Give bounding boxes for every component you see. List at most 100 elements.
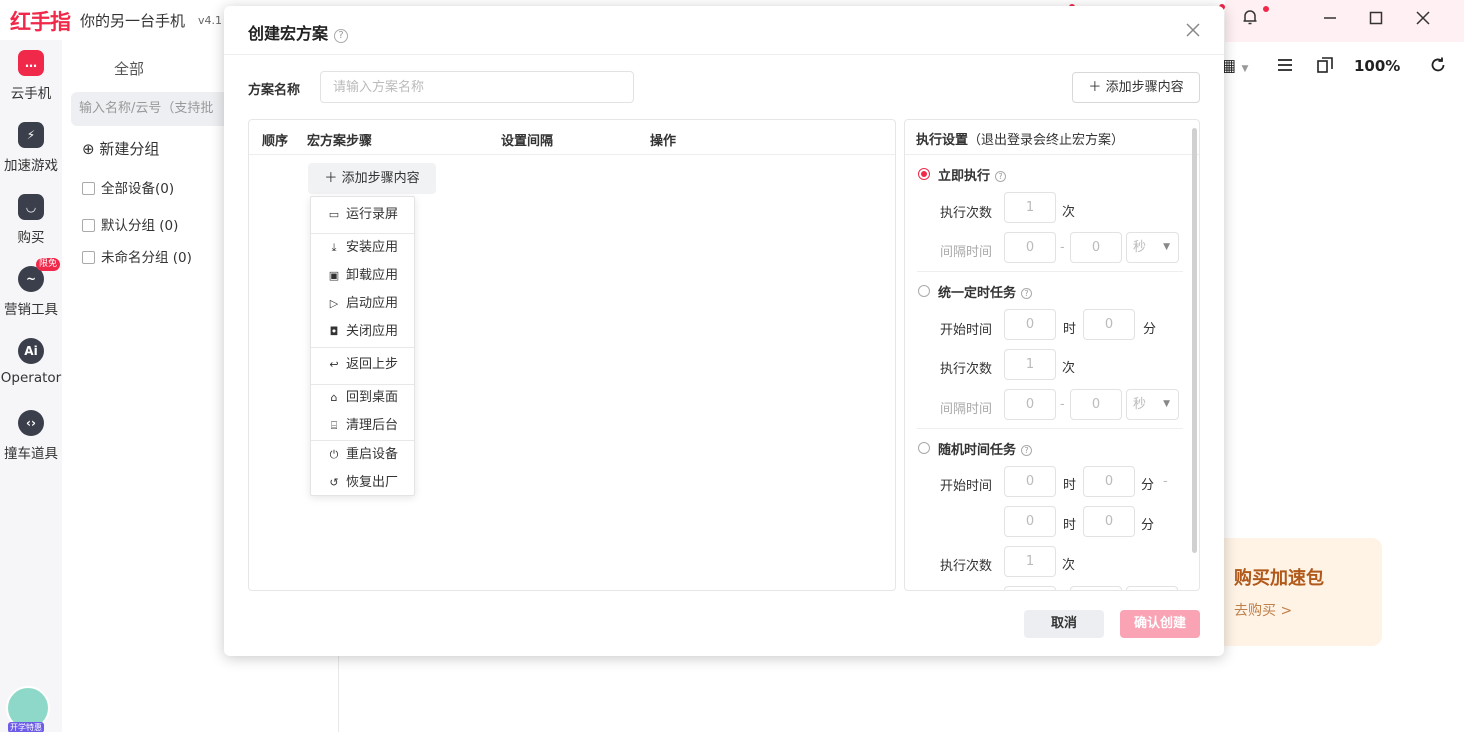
- minute-input[interactable]: 0: [1083, 506, 1135, 537]
- sidebar-item-label: 云手机: [10, 86, 52, 102]
- promo-card[interactable]: 购买加速包 去购买 >: [1208, 538, 1382, 646]
- help-icon[interactable]: ?: [995, 171, 1007, 182]
- home-icon: ⌂: [330, 391, 338, 404]
- radio-scheduled[interactable]: [918, 285, 930, 297]
- device-search-input[interactable]: 输入名称/云号（支持批: [71, 92, 231, 126]
- menu-divider: [311, 233, 414, 234]
- minute-unit: 分: [1141, 518, 1155, 533]
- partially-hidden-input[interactable]: [1070, 586, 1122, 590]
- power-icon: ⏻: [329, 448, 339, 461]
- promo-link[interactable]: 去购买 >: [1234, 600, 1292, 620]
- group-row-unnamed[interactable]: 未命名分组 (0): [82, 246, 192, 266]
- help-icon[interactable]: ?: [1021, 445, 1033, 456]
- radio-immediate[interactable]: [918, 168, 930, 180]
- menu-item-record[interactable]: ▭ 运行录屏: [311, 202, 414, 228]
- app-version: v4.1: [198, 14, 223, 27]
- sidebar: … 云手机 ⚡ 加速游戏 ◡ 购买 ~ 限免 营销工具 Ai Operator …: [0, 40, 62, 732]
- cancel-button[interactable]: 取消: [1024, 610, 1104, 638]
- interval-label: 间隔时间: [940, 245, 993, 260]
- menu-item-label: 返回上步: [346, 357, 399, 372]
- interval-to-input[interactable]: 0: [1070, 389, 1122, 420]
- help-icon[interactable]: ?: [1021, 288, 1033, 299]
- maximize-icon[interactable]: [1364, 8, 1388, 32]
- menu-item-home[interactable]: ⌂ 回到桌面: [311, 385, 414, 411]
- sidebar-item-operator[interactable]: Ai Operator: [0, 338, 62, 386]
- menu-item-back[interactable]: ↩ 返回上步: [311, 352, 414, 378]
- list-view-icon[interactable]: [1276, 56, 1294, 79]
- help-icon[interactable]: ?: [334, 29, 349, 43]
- confirm-create-button[interactable]: 确认创建: [1120, 610, 1200, 638]
- start-time-label: 开始时间: [940, 479, 993, 494]
- hour-unit: 时: [1063, 478, 1077, 493]
- add-step-button[interactable]: ＋ 添加步骤内容: [1072, 72, 1200, 103]
- sidebar-item-marketing[interactable]: ~ 限免 营销工具: [0, 258, 62, 318]
- sidebar-item-tools[interactable]: ‹› 撞车道具: [0, 410, 62, 462]
- exec-count-input[interactable]: 1: [1004, 192, 1056, 223]
- range-dash: -: [1163, 474, 1168, 489]
- minute-input[interactable]: 0: [1083, 466, 1135, 497]
- exec-count-input[interactable]: 1: [1004, 546, 1056, 577]
- tab-all[interactable]: 全部: [114, 58, 144, 79]
- menu-item-uninstall[interactable]: ▣ 卸载应用: [311, 263, 414, 289]
- interval-unit-select[interactable]: 秒 ▼: [1126, 232, 1179, 263]
- menu-item-launch[interactable]: ▷ 启动应用: [311, 291, 414, 317]
- scrollbar[interactable]: [1192, 128, 1197, 553]
- refresh-icon[interactable]: [1429, 56, 1447, 79]
- record-icon: ▭: [328, 208, 340, 221]
- add-step-inline-button[interactable]: ＋ 添加步骤内容: [308, 163, 436, 194]
- hour-input[interactable]: 0: [1004, 506, 1056, 537]
- section-divider: [917, 271, 1183, 272]
- tool-icon: ‹›: [18, 410, 44, 436]
- interval-from-input[interactable]: 0: [1004, 389, 1056, 420]
- menu-item-install[interactable]: ⤓ 安装应用: [311, 235, 414, 261]
- radio-random[interactable]: [918, 442, 930, 454]
- menu-item-reboot[interactable]: ⏻ 重启设备: [311, 442, 414, 468]
- menu-item-factory-reset[interactable]: ↺ 恢复出厂: [311, 470, 414, 496]
- exec-count-unit: 次: [1062, 361, 1076, 376]
- close-icon[interactable]: [1186, 18, 1200, 42]
- menu-item-clear-bg[interactable]: ⌸ 清理后台: [311, 413, 414, 439]
- option-random[interactable]: 随机时间任务?: [938, 439, 1033, 458]
- option-label: 立即执行: [938, 169, 991, 184]
- group-row-all[interactable]: 全部设备(0): [82, 177, 174, 197]
- notification-bell-icon[interactable]: [1238, 8, 1262, 32]
- app-logo: 红手指: [10, 10, 71, 34]
- reset-icon: ↺: [329, 476, 339, 489]
- checkbox[interactable]: [82, 182, 95, 195]
- partially-hidden-select[interactable]: [1126, 586, 1178, 590]
- close-window-icon[interactable]: [1411, 8, 1435, 32]
- minimize-icon[interactable]: [1318, 8, 1342, 32]
- sidebar-item-label: 加速游戏: [4, 158, 58, 174]
- minute-input[interactable]: 0: [1083, 309, 1135, 340]
- bag-icon: ◡: [18, 194, 44, 220]
- menu-item-close-app[interactable]: ◘ 关闭应用: [311, 319, 414, 345]
- checkbox[interactable]: [82, 251, 95, 264]
- ai-icon: Ai: [18, 338, 44, 364]
- plan-name-input[interactable]: [320, 71, 634, 103]
- new-group-button[interactable]: ⊕ 新建分组: [82, 138, 159, 159]
- plus-icon: ＋: [1088, 80, 1102, 95]
- menu-item-label: 安装应用: [346, 240, 399, 255]
- zoom-level[interactable]: 100%: [1354, 57, 1400, 75]
- app-title: 你的另一台手机: [80, 12, 186, 30]
- checkbox[interactable]: [82, 219, 95, 232]
- interval-to-input[interactable]: 0: [1070, 232, 1122, 263]
- view-grid-icon[interactable]: ▦ ▼: [1220, 56, 1248, 76]
- multi-window-icon[interactable]: [1316, 56, 1334, 79]
- avatar-promo-tag: 开学特惠: [8, 722, 44, 732]
- interval-unit-select[interactable]: 秒 ▼: [1126, 389, 1179, 420]
- option-immediate[interactable]: 立即执行?: [938, 165, 1007, 184]
- sidebar-item-label: 营销工具: [4, 302, 58, 318]
- exec-count-input[interactable]: 1: [1004, 349, 1056, 380]
- hour-input[interactable]: 0: [1004, 309, 1056, 340]
- sidebar-item-boost-game[interactable]: ⚡ 加速游戏: [0, 122, 62, 174]
- play-icon: ▷: [329, 297, 339, 310]
- option-scheduled[interactable]: 统一定时任务?: [938, 282, 1033, 301]
- interval-from-input[interactable]: 0: [1004, 232, 1056, 263]
- sidebar-item-buy[interactable]: ◡ 购买: [0, 194, 62, 246]
- group-row-default[interactable]: 默认分组 (0): [82, 214, 178, 234]
- group-label: 默认分组 (0): [101, 218, 179, 234]
- sidebar-item-cloud-phone[interactable]: … 云手机: [0, 50, 62, 102]
- partially-hidden-input[interactable]: [1004, 586, 1056, 590]
- hour-input[interactable]: 0: [1004, 466, 1056, 497]
